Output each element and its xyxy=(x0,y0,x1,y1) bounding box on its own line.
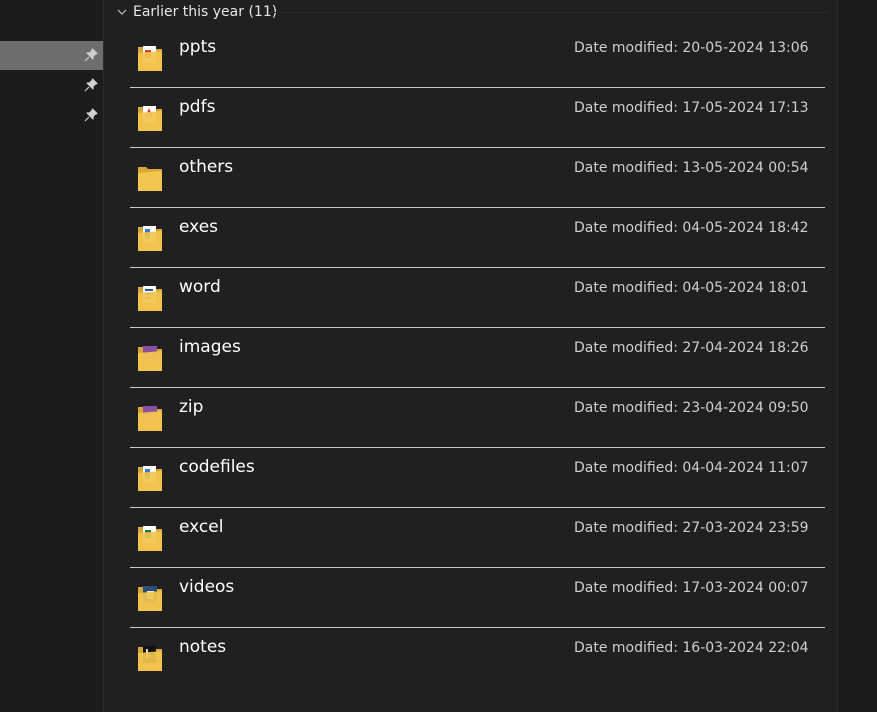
date-modified: Date modified: 27-03-2024 23:59 xyxy=(574,520,809,536)
list-item[interactable]: codefiles Date modified: 04-04-2024 11:07 xyxy=(130,448,825,508)
date-modified: Date modified: 04-05-2024 18:01 xyxy=(574,280,809,296)
folder-with-sheets-icon xyxy=(136,519,164,555)
item-name: ppts xyxy=(179,37,217,57)
date-modified: Date modified: 27-04-2024 18:26 xyxy=(574,340,809,356)
folder-with-ppt-icon xyxy=(136,39,164,75)
item-name: exes xyxy=(179,217,219,237)
list-item[interactable]: pdfs Date modified: 17-05-2024 17:13 xyxy=(130,88,825,148)
date-modified-label: Date modified: xyxy=(574,40,678,56)
date-modified-label: Date modified: xyxy=(574,520,678,536)
date-modified-label: Date modified: xyxy=(574,460,678,476)
date-modified-label: Date modified: xyxy=(574,220,678,236)
item-name: zip xyxy=(179,397,204,417)
scrollbar-track[interactable] xyxy=(837,0,877,712)
pin-icon[interactable] xyxy=(83,107,99,123)
file-explorer-window: Earlier this year (11) ppts Date modified… xyxy=(0,0,877,712)
chevron-down-icon xyxy=(117,9,127,15)
date-modified: Date modified: 04-05-2024 18:42 xyxy=(574,220,809,236)
date-modified: Date modified: 17-03-2024 00:07 xyxy=(574,580,809,596)
folder-icon xyxy=(136,159,164,195)
folder-with-docs-icon xyxy=(136,279,164,315)
folder-with-pdf-icon xyxy=(136,99,164,135)
list-item[interactable]: zip Date modified: 23-04-2024 09:50 xyxy=(130,388,825,448)
date-modified-label: Date modified: xyxy=(574,100,678,116)
list-item[interactable]: images Date modified: 27-04-2024 18:26 xyxy=(130,328,825,388)
item-name: notes xyxy=(179,637,227,657)
group-header-rule xyxy=(269,12,829,13)
date-modified: Date modified: 20-05-2024 13:06 xyxy=(574,40,809,56)
item-name: excel xyxy=(179,517,224,537)
folder-with-image-icon xyxy=(136,399,164,435)
item-name: pdfs xyxy=(179,97,216,117)
navigation-pane xyxy=(0,0,103,712)
item-name: word xyxy=(179,277,221,297)
folder-with-notes-icon xyxy=(136,639,164,675)
list-item[interactable]: videos Date modified: 17-03-2024 00:07 xyxy=(130,568,825,628)
group-title: Earlier this year (11) xyxy=(133,4,278,20)
list-item[interactable]: notes Date modified: 16-03-2024 22:04 xyxy=(130,628,825,687)
item-name: others xyxy=(179,157,234,177)
date-modified-label: Date modified: xyxy=(574,640,678,656)
list-item[interactable]: exes Date modified: 04-05-2024 18:42 xyxy=(130,208,825,268)
pin-icon[interactable] xyxy=(83,47,99,63)
date-modified: Date modified: 23-04-2024 09:50 xyxy=(574,400,809,416)
date-modified-value: 27-04-2024 18:26 xyxy=(682,340,809,356)
list-item[interactable]: ppts Date modified: 20-05-2024 13:06 xyxy=(130,28,825,88)
date-modified-value: 13-05-2024 00:54 xyxy=(682,160,809,176)
date-modified: Date modified: 13-05-2024 00:54 xyxy=(574,160,809,176)
list-item[interactable]: word Date modified: 04-05-2024 18:01 xyxy=(130,268,825,328)
date-modified-value: 20-05-2024 13:06 xyxy=(682,40,809,56)
folder-with-image-icon xyxy=(136,339,164,375)
date-modified-value: 04-05-2024 18:01 xyxy=(682,280,809,296)
folder-with-video-icon xyxy=(136,579,164,615)
file-list: ppts Date modified: 20-05-2024 13:06 pdfs D… xyxy=(130,28,825,687)
date-modified: Date modified: 16-03-2024 22:04 xyxy=(574,640,809,656)
list-item[interactable]: excel Date modified: 27-03-2024 23:59 xyxy=(130,508,825,568)
list-item[interactable]: others Date modified: 13-05-2024 00:54 xyxy=(130,148,825,208)
file-list-pane: Earlier this year (11) ppts Date modified… xyxy=(104,0,837,712)
item-name: codefiles xyxy=(179,457,255,477)
group-header[interactable]: Earlier this year (11) xyxy=(116,3,277,21)
item-name: videos xyxy=(179,577,235,597)
date-modified-value: 27-03-2024 23:59 xyxy=(682,520,809,536)
date-modified-value: 17-03-2024 00:07 xyxy=(682,580,809,596)
date-modified-value: 16-03-2024 22:04 xyxy=(682,640,809,656)
date-modified-value: 04-04-2024 11:07 xyxy=(682,460,809,476)
pin-icon[interactable] xyxy=(83,77,99,93)
date-modified: Date modified: 04-04-2024 11:07 xyxy=(574,460,809,476)
date-modified-label: Date modified: xyxy=(574,340,678,356)
date-modified-value: 17-05-2024 17:13 xyxy=(682,100,809,116)
scrollbar-divider xyxy=(837,0,838,712)
date-modified: Date modified: 17-05-2024 17:13 xyxy=(574,100,809,116)
date-modified-label: Date modified: xyxy=(574,580,678,596)
date-modified-label: Date modified: xyxy=(574,280,678,296)
item-name: images xyxy=(179,337,241,357)
date-modified-label: Date modified: xyxy=(574,400,678,416)
date-modified-label: Date modified: xyxy=(574,160,678,176)
date-modified-value: 04-05-2024 18:42 xyxy=(682,220,809,236)
date-modified-value: 23-04-2024 09:50 xyxy=(682,400,809,416)
folder-with-files-icon xyxy=(136,219,164,255)
folder-with-files-icon xyxy=(136,459,164,495)
